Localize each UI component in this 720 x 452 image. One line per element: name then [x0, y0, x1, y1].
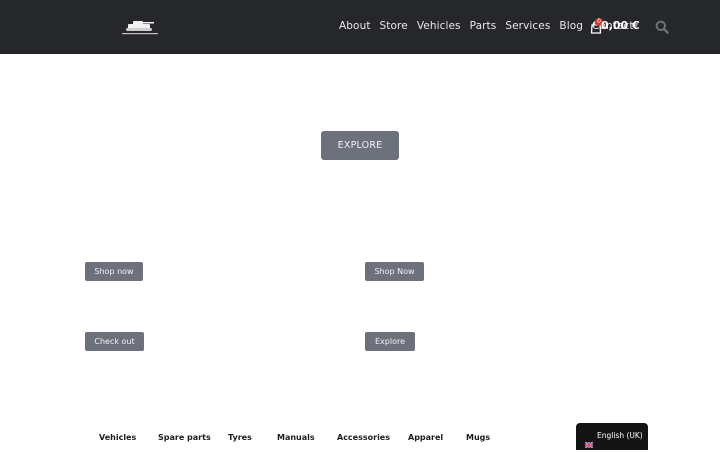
shop-now-button-2[interactable]: Shop Now: [365, 262, 424, 281]
shop-now-button[interactable]: Shop now: [85, 262, 143, 281]
category-manuals[interactable]: Manuals: [277, 430, 315, 446]
cart-button[interactable]: 0 0,00 €: [590, 18, 640, 34]
language-label: English (UK): [597, 431, 643, 440]
check-out-button[interactable]: Check out: [85, 332, 144, 351]
search-icon[interactable]: [655, 19, 669, 34]
nav-parts[interactable]: Parts: [470, 18, 497, 34]
nav-about[interactable]: About: [339, 18, 371, 34]
nav-store[interactable]: Store: [380, 18, 408, 34]
nav-vehicles[interactable]: Vehicles: [417, 18, 461, 34]
site-header: About Store Vehicles Parts Services Blog…: [0, 0, 720, 54]
tank-logo-icon[interactable]: [120, 16, 160, 36]
category-spare-parts[interactable]: Spare parts: [158, 430, 211, 446]
hero-explore-button[interactable]: EXPLORE: [321, 131, 399, 160]
language-switcher[interactable]: English (UK): [576, 423, 648, 450]
nav-services[interactable]: Services: [505, 18, 550, 34]
nav-blog[interactable]: Blog: [559, 18, 583, 34]
uk-flag-icon: [584, 433, 594, 449]
category-mugs[interactable]: Mugs: [466, 430, 490, 446]
explore-button[interactable]: Explore: [365, 332, 415, 351]
category-accessories[interactable]: Accessories: [337, 430, 390, 446]
category-apparel[interactable]: Apparel: [408, 430, 443, 446]
category-vehicles[interactable]: Vehicles: [99, 430, 136, 446]
cart-total: 0,00 €: [601, 19, 640, 32]
category-tyres[interactable]: Tyres: [228, 430, 252, 446]
